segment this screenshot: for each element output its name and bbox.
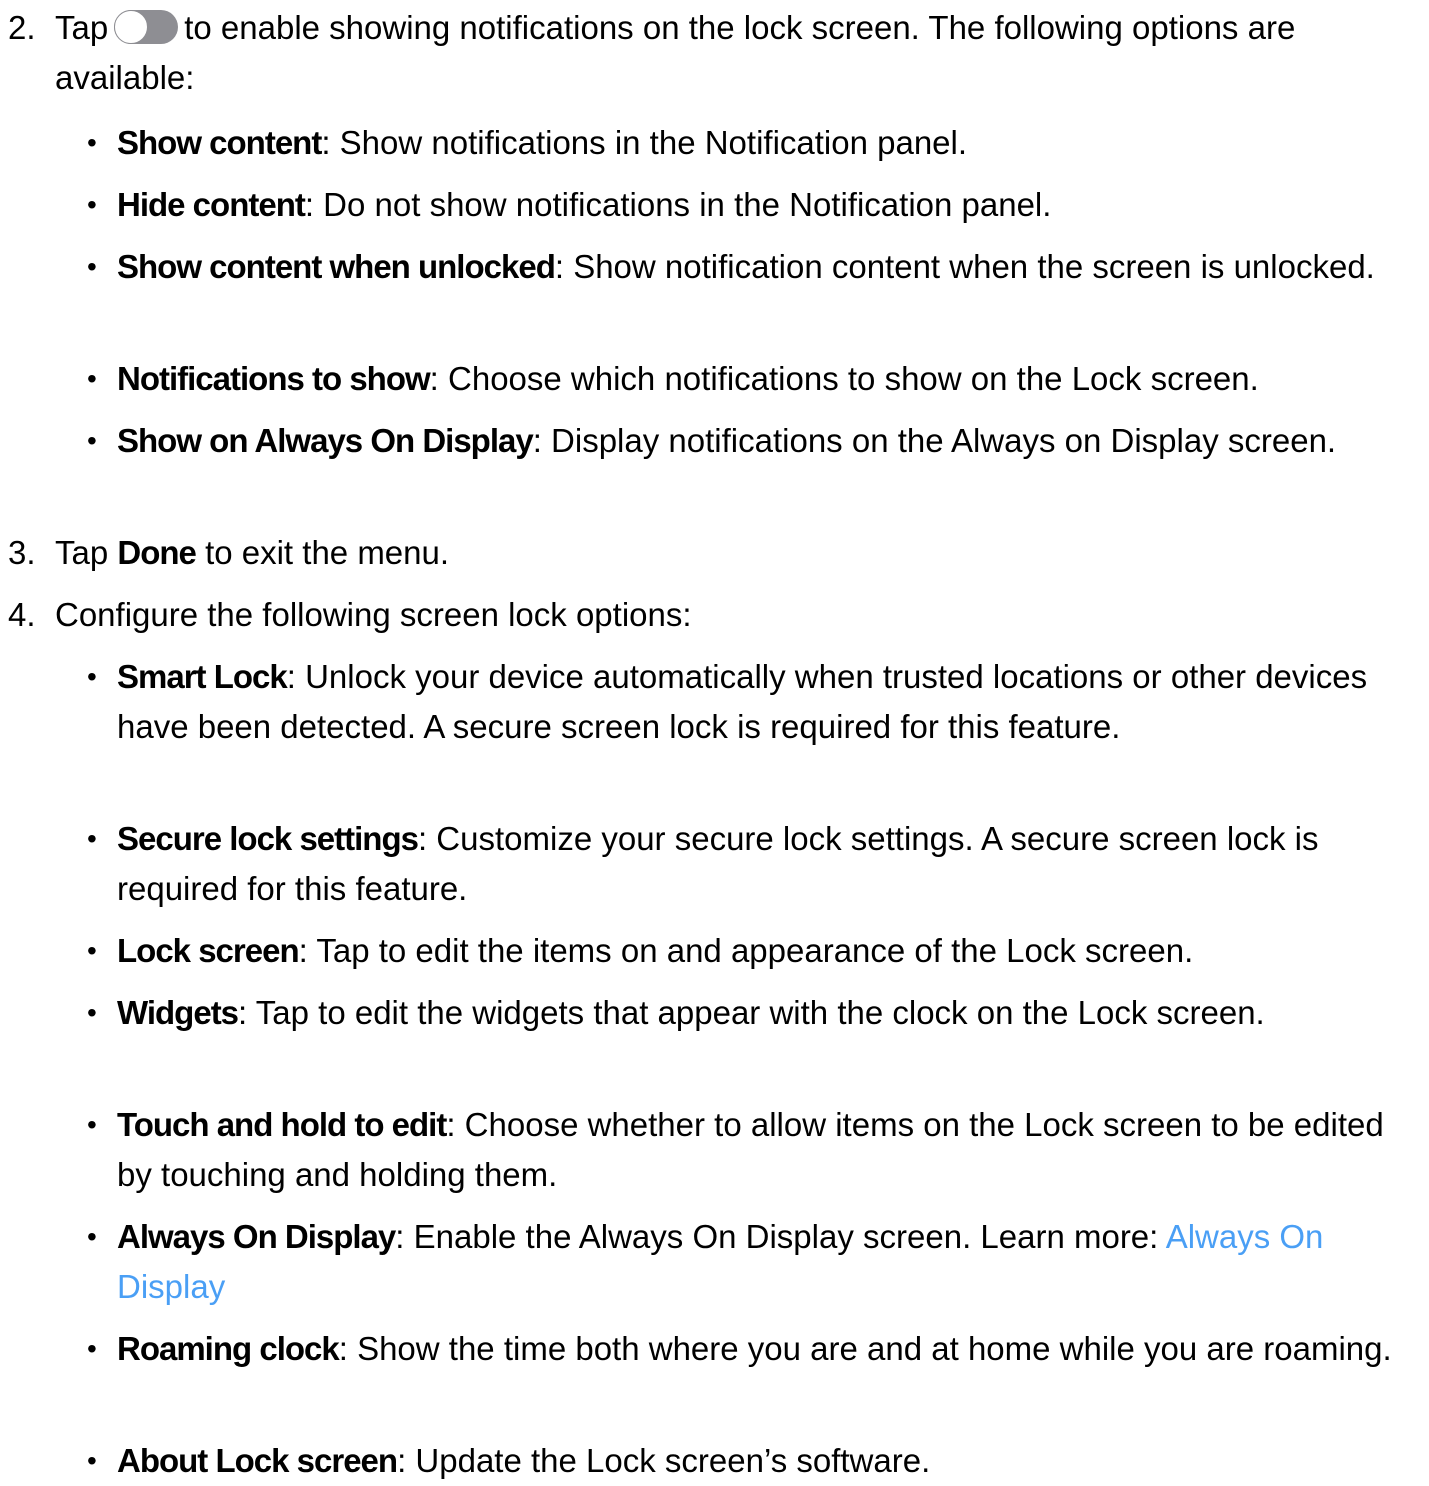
list-item: • Secure lock settings: Customize your s… (87, 814, 1417, 914)
list-item: • Touch and hold to edit: Choose whether… (87, 1100, 1417, 1200)
done-label: Done (117, 534, 196, 571)
item-term: Show on Always On Display (117, 422, 534, 459)
step-text-after: to exit the menu. (205, 534, 450, 571)
step-number: 4. (8, 596, 36, 633)
item-desc: : Enable the Always On Display screen. L… (395, 1218, 1166, 1255)
step-text-before: Tap (55, 9, 109, 46)
item-desc: : Update the Lock screen’s software. (397, 1442, 931, 1479)
bullet-icon: • (87, 1109, 97, 1140)
help-page: 2. Tap to enable showing notifications on… (0, 0, 1429, 1479)
list-item: • Show on Always On Display: Display not… (87, 416, 1417, 466)
bullet-icon: • (87, 1221, 97, 1252)
list-item: • Roaming clock: Show the time both wher… (87, 1324, 1417, 1374)
bullet-icon: • (87, 935, 97, 966)
item-term: Hide content (117, 186, 306, 223)
step-text-after: to enable showing notifications on the l… (55, 9, 1296, 96)
item-desc: : Show notification content when the scr… (554, 248, 1375, 285)
item-term: Touch and hold to edit (117, 1106, 447, 1143)
item-term: Show content when unlocked (117, 248, 556, 285)
step-number: 3. (8, 534, 36, 571)
list-item: • About Lock screen: Update the Lock scr… (87, 1436, 1417, 1486)
step-4: 4. Configure the following screen lock o… (8, 590, 1405, 640)
list-item: • Show content: Show notifications in th… (87, 118, 1417, 168)
step-3: 3. Tap Done to exit the menu. (8, 528, 1405, 578)
bullet-icon: • (87, 425, 97, 456)
step-text: Configure the following screen lock opti… (55, 596, 692, 633)
list-item: • Hide content: Do not show notification… (87, 180, 1417, 230)
item-term: About Lock screen (117, 1442, 398, 1479)
step-2: 2. Tap to enable showing notifications on… (8, 3, 1405, 103)
toggle-knob (114, 10, 149, 45)
item-term: Notifications to show (117, 360, 431, 397)
item-term: Lock screen (117, 932, 300, 969)
item-desc: : Show notifications in the Notification… (321, 124, 968, 161)
list-item: • Show content when unlocked: Show notif… (87, 242, 1417, 292)
bullet-icon: • (87, 189, 97, 220)
bullet-icon: • (87, 127, 97, 158)
item-term: Always On Display (117, 1218, 396, 1255)
bullet-icon: • (87, 997, 97, 1028)
item-desc: : Unlock your device automatically when … (117, 658, 1368, 745)
bullet-icon: • (87, 1333, 97, 1364)
item-desc: : Show the time both where you are and a… (338, 1330, 1392, 1367)
list-item: • Smart Lock: Unlock your device automat… (87, 652, 1417, 752)
item-desc: : Display notifications on the Always on… (532, 422, 1337, 459)
list-item: • Always On Display: Enable the Always O… (87, 1212, 1417, 1312)
bullet-icon: • (87, 1445, 97, 1476)
item-desc: : Tap to edit the widgets that appear wi… (238, 994, 1265, 1031)
list-item: • Widgets: Tap to edit the widgets that … (87, 988, 1417, 1038)
item-term: Widgets (117, 994, 239, 1031)
step-text-before: Tap (55, 534, 109, 571)
list-item: • Lock screen: Tap to edit the items on … (87, 926, 1417, 976)
item-term: Show content (117, 124, 322, 161)
item-desc: : Tap to edit the items on and appearanc… (298, 932, 1194, 969)
bullet-icon: • (87, 661, 97, 692)
item-term: Secure lock settings (117, 820, 419, 857)
list-item: • Notifications to show: Choose which no… (87, 354, 1417, 404)
bullet-icon: • (87, 823, 97, 854)
item-term: Roaming clock (117, 1330, 340, 1367)
toggle-off-icon (114, 10, 179, 45)
step-number: 2. (8, 9, 36, 46)
item-desc: : Choose which notifications to show on … (429, 360, 1259, 397)
item-desc: : Do not show notifications in the Notif… (304, 186, 1052, 223)
bullet-icon: • (87, 251, 97, 282)
item-term: Smart Lock (117, 658, 288, 695)
bullet-icon: • (87, 363, 97, 394)
